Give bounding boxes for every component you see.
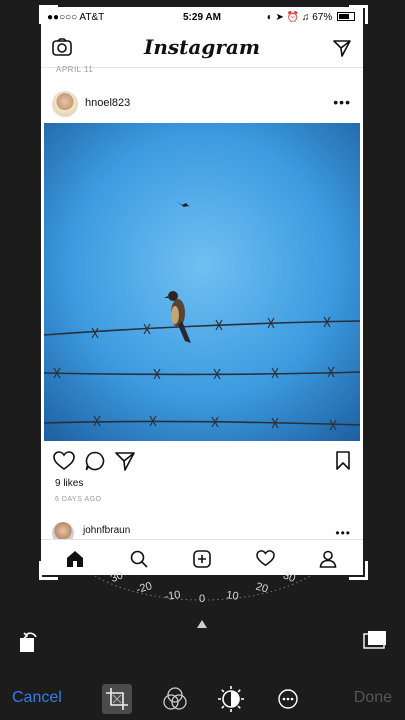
dial-label: 0 (199, 593, 205, 605)
share-icon[interactable] (115, 451, 135, 471)
filters-icon[interactable] (160, 684, 190, 714)
rotate-icon[interactable] (17, 630, 41, 654)
heart-icon[interactable] (53, 451, 75, 471)
crop-icon (106, 688, 128, 710)
dial-label: 20 (254, 581, 269, 596)
comment-icon[interactable] (85, 451, 105, 471)
done-button[interactable]: Done (354, 689, 392, 707)
post-header: hnoel823 ••• (41, 87, 363, 123)
editor-toolbar: Cancel Done (0, 680, 405, 720)
cancel-button[interactable]: Cancel (12, 689, 62, 707)
post-photo[interactable] (44, 123, 360, 441)
dial-label: -20 (135, 580, 154, 596)
next-post-username[interactable]: johnfbraun (83, 525, 130, 536)
post-timestamp: 6 DAYS AGO (55, 496, 102, 503)
crop-handle-top-right[interactable] (349, 5, 368, 24)
screenshot-frame: ●●○○○ AT&T 5:29 AM ◐ ➤ ⏰ ♫ 67% Instagram… (41, 7, 363, 575)
bookmark-icon[interactable] (335, 451, 351, 471)
dial-label: 30 (109, 569, 125, 585)
battery-percent: 67% (312, 12, 333, 23)
post-actions (41, 447, 363, 475)
dial-label: -10 (164, 589, 181, 603)
aspect-ratio-icon[interactable] (363, 630, 387, 650)
date-label: APRIL 11 (56, 65, 94, 74)
dial-indicator (197, 620, 207, 628)
instagram-header: Instagram (41, 27, 363, 68)
dial-label: 30 (281, 569, 297, 585)
bird-on-wire-image (44, 123, 360, 441)
rotation-dial[interactable]: 30 -20 -10 0 10 20 30 (0, 560, 405, 640)
dial-label: 10 (226, 589, 240, 603)
status-bar: ●●○○○ AT&T 5:29 AM ◐ ➤ ⏰ ♫ 67% (41, 7, 363, 27)
avatar[interactable] (52, 91, 78, 117)
likes-count[interactable]: 9 likes (55, 478, 83, 489)
more-icon[interactable] (273, 684, 303, 714)
status-right: ◐ ➤ ⏰ ♫ 67% (267, 12, 355, 23)
status-icons: ◐ ➤ ⏰ ♫ (266, 12, 313, 23)
more-icon[interactable]: ••• (333, 94, 351, 110)
direct-send-icon[interactable] (333, 39, 351, 57)
more-icon[interactable]: ••• (335, 526, 351, 540)
post-username[interactable]: hnoel823 (85, 97, 130, 109)
adjust-icon[interactable] (216, 684, 246, 714)
instagram-logo: Instagram (144, 35, 260, 59)
crop-tool-button[interactable] (102, 684, 132, 714)
crop-handle-top-left[interactable] (39, 5, 58, 24)
